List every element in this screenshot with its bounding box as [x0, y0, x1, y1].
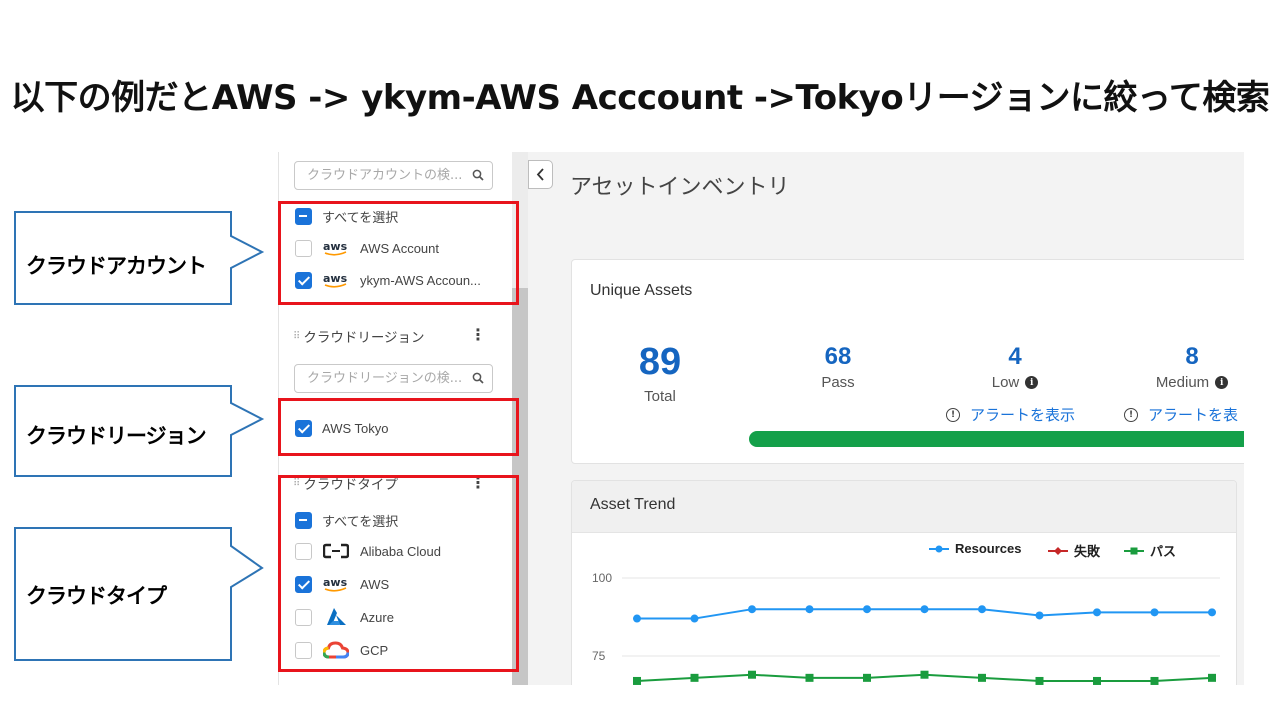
- pass-stat[interactable]: 68 Pass: [798, 342, 878, 391]
- account-highlight-box: [278, 201, 519, 305]
- main-content: アセットインベントリ Unique Assets 89 Total 68 Pas…: [528, 152, 1244, 685]
- data-point-resources[interactable]: [633, 614, 641, 623]
- data-point-resources[interactable]: [978, 605, 986, 614]
- low-alert-label: アラートを表示: [970, 406, 1076, 424]
- chevron-left-icon: [536, 168, 544, 181]
- medium-alert-label: アラートを表: [1148, 406, 1239, 424]
- exclamation-circle-icon: !: [1124, 407, 1138, 422]
- data-point-pass[interactable]: [748, 670, 756, 679]
- total-stat[interactable]: 89 Total: [620, 340, 700, 405]
- callout-cloud-account: クラウドアカウント: [26, 254, 207, 278]
- total-value: 89: [638, 341, 682, 383]
- search-icon: [472, 169, 484, 181]
- data-point-resources[interactable]: [920, 605, 929, 614]
- data-point-resources[interactable]: [805, 605, 814, 614]
- low-value: 4: [1008, 343, 1022, 370]
- data-point-resources[interactable]: [1208, 608, 1216, 617]
- asset-trend-chart: [622, 577, 1220, 685]
- pass-label: Pass: [821, 374, 855, 391]
- pass-value: 68: [824, 343, 852, 370]
- data-point-pass[interactable]: [805, 673, 814, 682]
- info-icon[interactable]: i: [1025, 376, 1039, 389]
- info-icon[interactable]: i: [1215, 376, 1229, 389]
- data-point-resources[interactable]: [748, 605, 756, 614]
- medium-alert-link[interactable]: ! アラートを表: [1124, 404, 1238, 425]
- data-point-pass[interactable]: [1035, 676, 1044, 685]
- callout-cloud-type: クラウドタイプ: [26, 584, 167, 608]
- data-point-pass[interactable]: [920, 670, 929, 679]
- data-point-pass[interactable]: [690, 673, 699, 682]
- drag-handle-icon[interactable]: ⠿: [293, 331, 300, 342]
- pass-progress-bar: [749, 431, 1244, 447]
- region-search-input[interactable]: クラウドリージョンの検...: [294, 364, 493, 393]
- data-point-pass[interactable]: [633, 676, 641, 685]
- account-search-placeholder: クラウドアカウントの検...: [307, 168, 463, 183]
- data-point-resources[interactable]: [1093, 608, 1101, 617]
- data-point-resources[interactable]: [1150, 608, 1159, 617]
- data-point-pass[interactable]: [978, 673, 986, 682]
- data-point-resources[interactable]: [1035, 611, 1044, 620]
- callout-cloud-region: クラウドリージョン: [26, 424, 207, 448]
- search-icon: [472, 372, 484, 384]
- data-point-pass[interactable]: [1208, 673, 1216, 682]
- callout-shapes: [14, 211, 265, 661]
- low-alert-link[interactable]: ! アラートを表示: [946, 404, 1075, 425]
- data-point-pass[interactable]: [863, 673, 871, 682]
- region-section-header: ⠿ クラウドリージョン: [293, 326, 425, 346]
- asset-trend-card: Asset Trend Resources 失敗 パス 100 75: [571, 480, 1237, 685]
- type-highlight-box: [278, 475, 519, 672]
- exclamation-circle-icon: !: [946, 407, 960, 422]
- region-section-title: クラウドリージョン: [303, 330, 425, 346]
- data-point-pass[interactable]: [1093, 676, 1101, 685]
- unique-assets-title: Unique Assets: [590, 282, 693, 299]
- unique-assets-card: Unique Assets 89 Total 68 Pass 4 Low i !…: [571, 259, 1244, 464]
- account-search-input[interactable]: クラウドアカウントの検...: [294, 161, 493, 190]
- region-search-placeholder: クラウドリージョンの検...: [307, 371, 463, 386]
- low-label: Low: [991, 374, 1020, 391]
- more-options-icon[interactable]: ⋮: [470, 327, 486, 343]
- medium-stat[interactable]: 8 Medium i: [1138, 342, 1244, 391]
- total-label: Total: [644, 388, 676, 405]
- data-point-resources[interactable]: [690, 614, 699, 623]
- data-point-resources[interactable]: [863, 605, 871, 614]
- collapse-sidebar-button[interactable]: [528, 160, 553, 189]
- region-highlight-box: [278, 398, 519, 456]
- data-point-pass[interactable]: [1150, 676, 1159, 685]
- app-screenshot: クラウドアカウントの検... すべてを選択 aws AWS Account aw…: [278, 152, 1244, 685]
- low-stat[interactable]: 4 Low i: [962, 342, 1068, 391]
- medium-label: Medium: [1155, 374, 1210, 391]
- page-title: アセットインベントリ: [570, 175, 790, 200]
- medium-value: 8: [1185, 343, 1199, 370]
